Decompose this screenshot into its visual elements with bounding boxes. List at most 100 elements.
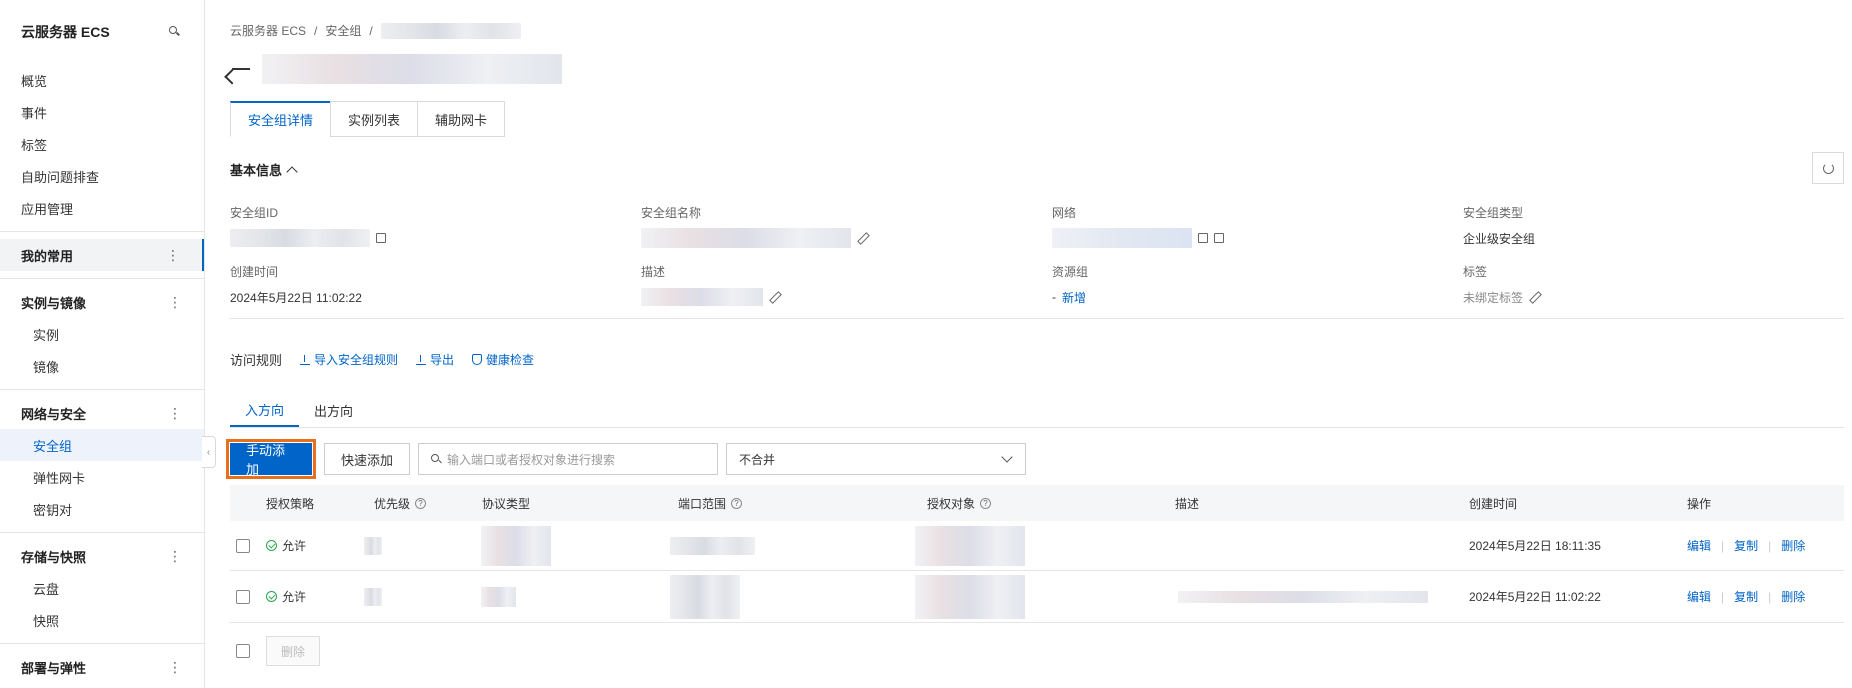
sidebar-item-disks[interactable]: 云盘 xyxy=(0,572,204,604)
sidebar-item-eni[interactable]: 弹性网卡 xyxy=(0,461,204,493)
more-icon[interactable]: ⋮ xyxy=(168,549,182,563)
row-actions: 编辑 | 复制 | 删除 xyxy=(1687,537,1805,554)
redacted-block xyxy=(915,525,1025,566)
copy-icon[interactable] xyxy=(1214,233,1224,243)
breadcrumb-separator: / xyxy=(369,23,373,38)
basic-info-header[interactable]: 基本信息 xyxy=(230,160,298,179)
field-label: 安全组名称 xyxy=(641,206,702,220)
rules-toolbar: 手动添加 快速添加 输入端口或者授权对象进行搜索 不合并 xyxy=(226,439,1027,479)
help-icon[interactable]: ? xyxy=(980,497,992,509)
redacted-block xyxy=(1178,590,1428,603)
select-all-checkbox[interactable] xyxy=(236,644,250,658)
sidebar-item-instances[interactable]: 实例 xyxy=(0,318,204,350)
divider xyxy=(230,318,1844,319)
field-value: - 新增 xyxy=(1052,288,1088,306)
sidebar-title: 云服务器 ECS xyxy=(21,24,110,40)
check-circle-icon xyxy=(266,540,277,551)
breadcrumb-ecs[interactable]: 云服务器 ECS xyxy=(230,22,306,39)
edit-link[interactable]: 编辑 xyxy=(1687,537,1711,554)
sidebar-item-tags[interactable]: 标签 xyxy=(0,128,204,160)
col-actions: 操作 xyxy=(1687,496,1712,511)
sidebar-group-favorites[interactable]: 我的常用 ⋮ xyxy=(0,239,204,271)
tab-outbound[interactable]: 出方向 xyxy=(299,394,368,427)
edit-link[interactable]: 编辑 xyxy=(1687,588,1711,605)
field-value xyxy=(230,229,386,247)
refresh-icon xyxy=(1822,162,1834,174)
sidebar-item-troubleshoot[interactable]: 自助问题排查 xyxy=(0,160,204,192)
sidebar-group-instances-images[interactable]: 实例与镜像 ⋮ xyxy=(0,286,204,318)
sidebar-item-images[interactable]: 镜像 xyxy=(0,350,204,382)
table-footer: 删除 xyxy=(230,636,321,666)
page-title-redacted xyxy=(262,54,562,84)
health-check-link[interactable]: 健康检查 xyxy=(472,351,534,368)
external-link-icon[interactable] xyxy=(1198,233,1208,243)
tab-sg-details[interactable]: 安全组详情 xyxy=(230,101,332,137)
sidebar-item-security-groups[interactable]: 安全组 xyxy=(0,429,204,461)
sidebar-group-deployment[interactable]: 部署与弹性 ⋮ xyxy=(0,651,204,683)
network-redacted[interactable] xyxy=(1052,228,1192,248)
sidebar-item-app-management[interactable]: 应用管理 xyxy=(0,192,204,224)
tab-secondary-eni[interactable]: 辅助网卡 xyxy=(417,101,506,137)
delete-link[interactable]: 删除 xyxy=(1781,588,1805,605)
quick-add-button[interactable]: 快速添加 xyxy=(324,443,411,475)
col-auth-object-label: 授权对象 xyxy=(927,496,976,511)
help-icon[interactable]: ? xyxy=(731,497,743,509)
checkbox[interactable] xyxy=(236,589,250,604)
bulk-delete-button[interactable]: 删除 xyxy=(266,636,321,666)
col-protocol: 协议类型 xyxy=(482,496,531,511)
add-resource-group-link[interactable]: 新增 xyxy=(1062,289,1086,306)
back-arrow-icon[interactable] xyxy=(230,61,252,77)
sidebar-item-keypairs[interactable]: 密钥对 xyxy=(0,493,204,525)
sidebar-item-snapshots[interactable]: 快照 xyxy=(0,604,204,636)
more-icon[interactable]: ⋮ xyxy=(168,660,182,674)
more-icon[interactable]: ⋮ xyxy=(168,295,182,309)
copy-icon[interactable] xyxy=(376,233,386,243)
edit-icon[interactable] xyxy=(857,233,867,243)
edit-icon[interactable] xyxy=(769,292,779,302)
sidebar-group-network-security[interactable]: 网络与安全 ⋮ xyxy=(0,397,204,429)
field-value: 企业级安全组 xyxy=(1463,231,1536,246)
sg-name-redacted xyxy=(641,228,851,248)
sidebar-group-label: 部署与弹性 xyxy=(21,660,87,676)
export-icon xyxy=(416,354,427,365)
tab-inbound[interactable]: 入方向 xyxy=(230,394,300,427)
page-header xyxy=(230,54,562,84)
more-icon[interactable]: ⋮ xyxy=(168,406,182,420)
help-icon[interactable]: ? xyxy=(415,497,427,509)
redacted-block xyxy=(481,525,551,566)
field-value xyxy=(641,288,779,306)
breadcrumb-security-groups[interactable]: 安全组 xyxy=(325,22,361,39)
field-sg-name: 安全组名称 xyxy=(641,204,867,248)
import-rules-link[interactable]: 导入安全组规则 xyxy=(300,351,398,368)
row-checkbox[interactable] xyxy=(236,589,250,604)
table-row: 允许 2024年5月22日 11:02:22 编辑 | 复制 | 删除 xyxy=(230,571,1844,623)
export-link[interactable]: 导出 xyxy=(416,351,454,368)
row-checkbox[interactable] xyxy=(236,538,250,553)
checkbox[interactable] xyxy=(236,538,250,553)
sidebar-group-label: 网络与安全 xyxy=(21,406,87,422)
manual-add-button[interactable]: 手动添加 xyxy=(226,439,316,479)
edit-icon[interactable] xyxy=(1529,292,1539,302)
divider xyxy=(0,532,204,533)
redacted-block xyxy=(364,536,382,555)
refresh-button[interactable] xyxy=(1812,152,1844,184)
chevron-up-icon[interactable] xyxy=(286,165,298,178)
description-redacted xyxy=(641,288,763,306)
copy-link[interactable]: 复制 xyxy=(1734,537,1758,554)
merge-select[interactable]: 不合并 xyxy=(726,443,1027,475)
delete-link[interactable]: 删除 xyxy=(1781,537,1805,554)
check-circle-icon xyxy=(266,591,277,602)
search-input[interactable]: 输入端口或者授权对象进行搜索 xyxy=(418,443,719,475)
copy-link[interactable]: 复制 xyxy=(1734,588,1758,605)
sidebar-item-overview[interactable]: 概览 xyxy=(0,64,204,96)
sidebar-group-storage-snapshots[interactable]: 存储与快照 ⋮ xyxy=(0,540,204,572)
import-rules-label: 导入安全组规则 xyxy=(314,353,399,367)
auth-object-redacted xyxy=(915,574,1025,619)
description-redacted xyxy=(1178,590,1428,603)
sidebar-item-events[interactable]: 事件 xyxy=(0,96,204,128)
sidebar-collapse-handle[interactable]: ‹ xyxy=(202,436,216,468)
rules-title: 访问规则 xyxy=(230,353,283,368)
tab-instances[interactable]: 实例列表 xyxy=(330,101,419,137)
search-icon[interactable] xyxy=(168,25,182,39)
more-icon[interactable]: ⋮ xyxy=(166,248,180,262)
